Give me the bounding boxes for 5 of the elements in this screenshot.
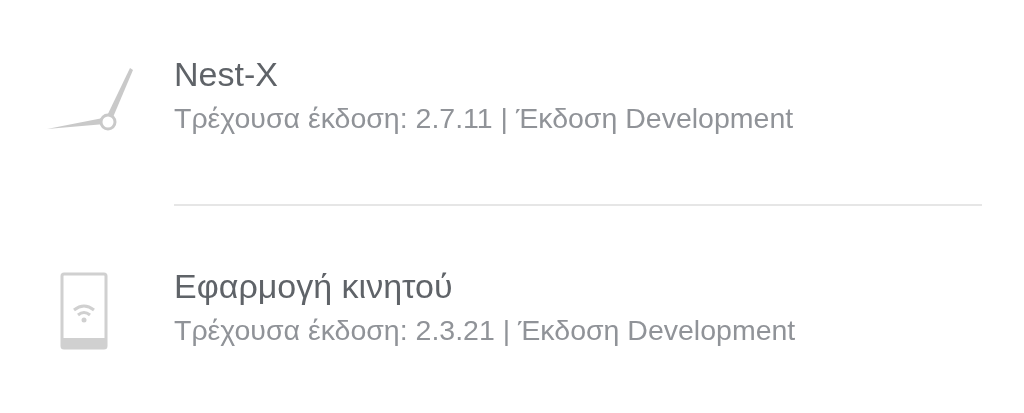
phone-wifi-icon: [60, 272, 108, 350]
item-title: Εφαρμογή κινητού: [174, 266, 454, 307]
item-title: Nest-X: [174, 54, 279, 95]
version-text: Τρέχουσα έκδοση: 2.3.21 | Έκδοση Development: [174, 313, 797, 348]
version-text: Τρέχουσα έκδοση: 2.7.11 | Έκδοση Development: [174, 101, 795, 136]
